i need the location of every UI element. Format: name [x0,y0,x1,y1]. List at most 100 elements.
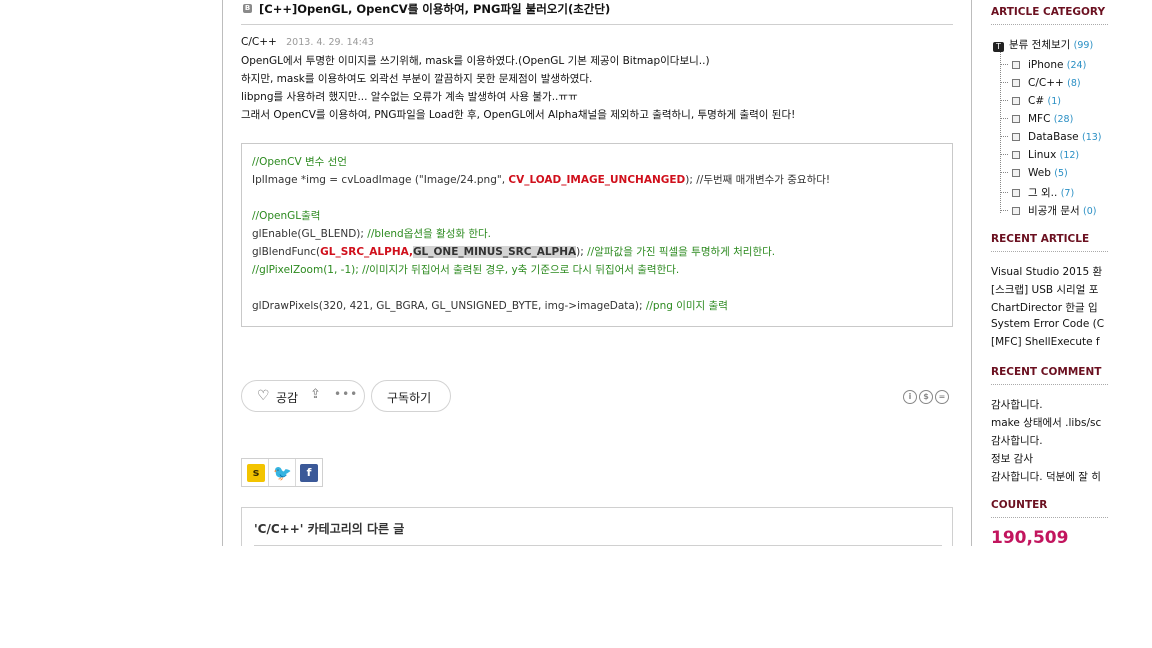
code-text: ); [576,246,588,258]
code-line: //glPixelZoom(1, -1); //이미지가 뒤집어서 출력된 경우… [252,261,942,279]
code-line: glEnable(GL_BLEND); //blend옵션을 활성화 한다. [252,225,942,243]
code-comment: //OpenGL출력 [252,210,321,222]
code-block: //OpenCV 변수 선언 IplImage *img = cvLoadIma… [241,143,953,327]
category-heading: ARTICLE CATEGORY [991,6,1106,18]
code-text: glBlendFunc( [252,246,321,258]
sidebar-divider [991,384,1108,385]
code-comment: //알파값을 가진 픽셀을 투명하게 처리한다. [587,246,776,258]
category-count: (13) [1081,132,1102,143]
code-line: //OpenGL출력 [252,207,942,225]
category-count: (7) [1060,188,1075,199]
category-item[interactable]: iPhone (24) [1000,59,1086,71]
cc-by-icon: i [903,390,917,404]
recent-article-link[interactable]: [스크랩] USB 시리얼 포 [991,282,1098,297]
counter-heading: COUNTER [991,499,1048,511]
share-icon[interactable]: ⇪ [310,387,321,402]
post-paragraph: OpenGL에서 투명한 이미지를 쓰기위해, mask를 이용하였다.(Ope… [241,55,710,67]
category-label: 그 외.. [1028,187,1058,199]
category-root-label: 분류 전체보기 [1009,39,1071,51]
more-icon[interactable]: ••• [334,387,358,401]
sidebar-divider [991,251,1108,252]
license-icons: i $ = [903,389,951,404]
category-item[interactable]: C/C++ (8) [1000,77,1081,89]
category-label: C/C++ [1028,77,1064,89]
folder-icon [1012,79,1020,87]
category-label: 비공개 문서 [1028,205,1080,217]
post-category-link[interactable]: C/C++ [241,36,277,48]
related-divider [254,545,942,546]
category-count: (99) [1073,40,1094,51]
folder-icon [1012,97,1020,105]
code-line: glDrawPixels(320, 421, GL_BGRA, GL_UNSIG… [252,297,942,315]
category-item[interactable]: 그 외.. (7) [1000,185,1074,200]
cc-nd-icon: = [935,390,949,404]
recent-comment-link[interactable]: make 상태에서 .libs/sc [991,415,1101,430]
category-label: DataBase [1028,131,1079,143]
category-item[interactable]: Linux (12) [1000,149,1079,161]
like-button[interactable]: 공감 [276,389,298,406]
recent-article-link[interactable]: [MFC] ShellExecute f [991,336,1100,348]
recent-article-link[interactable]: System Error Code (C [991,318,1104,330]
category-label: iPhone [1028,59,1064,71]
category-root-icon: T [993,42,1004,52]
recent-comment-link[interactable]: 정보 감사 [991,451,1033,466]
code-comment: //이미지가 뒤집어서 출력된 경우, y축 기준으로 다시 뒤집어서 출력한다… [362,264,680,276]
folder-icon [1012,169,1020,177]
category-count: (24) [1066,60,1087,71]
recent-comment-link[interactable]: 감사합니다. [991,433,1043,448]
category-count: (8) [1067,78,1081,89]
visitor-counter: 190,509 [991,528,1069,546]
code-comment: //glPixelZoom(1, -1); [252,264,363,276]
code-line: IplImage *img = cvLoadImage ("Image/24.p… [252,171,942,189]
category-count: (28) [1053,114,1074,125]
recent-comment-link[interactable]: 감사합니다. 덕분에 잘 히 [991,469,1101,484]
category-count: (5) [1054,168,1068,179]
code-keyword: GL_SRC_ALPHA [320,246,409,258]
recent-article-link[interactable]: Visual Studio 2015 환 [991,264,1102,279]
related-posts-title: 'C/C++' 카테고리의 다른 글 [254,522,405,536]
recent-article-link[interactable]: ChartDirector 한글 입 [991,300,1098,315]
category-item[interactable]: DataBase (13) [1000,131,1102,143]
folder-icon [1012,207,1020,215]
post-meta: C/C++ 2013. 4. 29. 14:43 [241,36,374,48]
post-paragraph: 그래서 OpenCV를 이용하여, PNG파일을 Load한 후, OpenGL… [241,109,796,121]
recent-article-heading: RECENT ARTICLE [991,233,1090,245]
code-text: IplImage *img = cvLoadImage ("Image/24.p… [252,174,509,186]
category-label: C# [1028,95,1045,107]
kakaostory-icon[interactable]: s [247,464,265,482]
folder-icon [1012,189,1020,197]
recent-comment-link[interactable]: 감사합니다. [991,397,1043,412]
category-item[interactable]: C# (1) [1000,95,1061,107]
post-title[interactable]: [C++]OpenGL, OpenCV를 이용하여, PNG파일 불러오기(초간… [259,1,610,17]
facebook-icon[interactable]: f [300,464,318,482]
post-header: B [C++]OpenGL, OpenCV를 이용하여, PNG파일 불러오기(… [241,0,953,25]
social-share-bar: s 🐦 f [241,458,323,487]
category-label: MFC [1028,113,1051,125]
category-count: (12) [1059,150,1080,161]
category-item[interactable]: MFC (28) [1000,113,1073,125]
heart-icon[interactable]: ♡ [257,388,270,404]
category-label: Linux [1028,149,1057,161]
code-comment: //OpenCV 변수 선언 [252,156,347,168]
subscribe-label: 구독하기 [387,391,432,405]
cc-nc-icon: $ [919,390,933,404]
subscribe-button[interactable]: 구독하기 [371,380,451,412]
post-paragraph: libpng를 사용하려 했지만... 알수없는 오류가 계속 발생하여 사용 … [241,91,578,103]
category-item[interactable]: 비공개 문서 (0) [1000,203,1096,218]
recent-comment-heading: RECENT COMMENT [991,366,1102,378]
category-item[interactable]: Web (5) [1000,167,1068,179]
sidebar: ARTICLE CATEGORY T 분류 전체보기 (99) iPhone (2… [972,0,1108,546]
blog-viewport: B [C++]OpenGL, OpenCV를 이용하여, PNG파일 불러오기(… [0,0,1152,546]
post-paragraph: 하지만, mask를 이용하여도 외곽선 부분이 깔끔하지 못한 문제점이 발생… [241,73,593,85]
folder-icon [1012,61,1020,69]
code-comment: //png 이미지 출력 [645,300,728,312]
category-root[interactable]: T 분류 전체보기 (99) [993,37,1093,52]
social-divider [295,459,296,486]
twitter-icon[interactable]: 🐦 [273,464,292,482]
category-label: Web [1028,167,1051,179]
category-count: (0) [1082,206,1097,217]
post-column: B [C++]OpenGL, OpenCV를 이용하여, PNG파일 불러오기(… [222,0,972,546]
post-bullet-icon: B [243,4,252,13]
